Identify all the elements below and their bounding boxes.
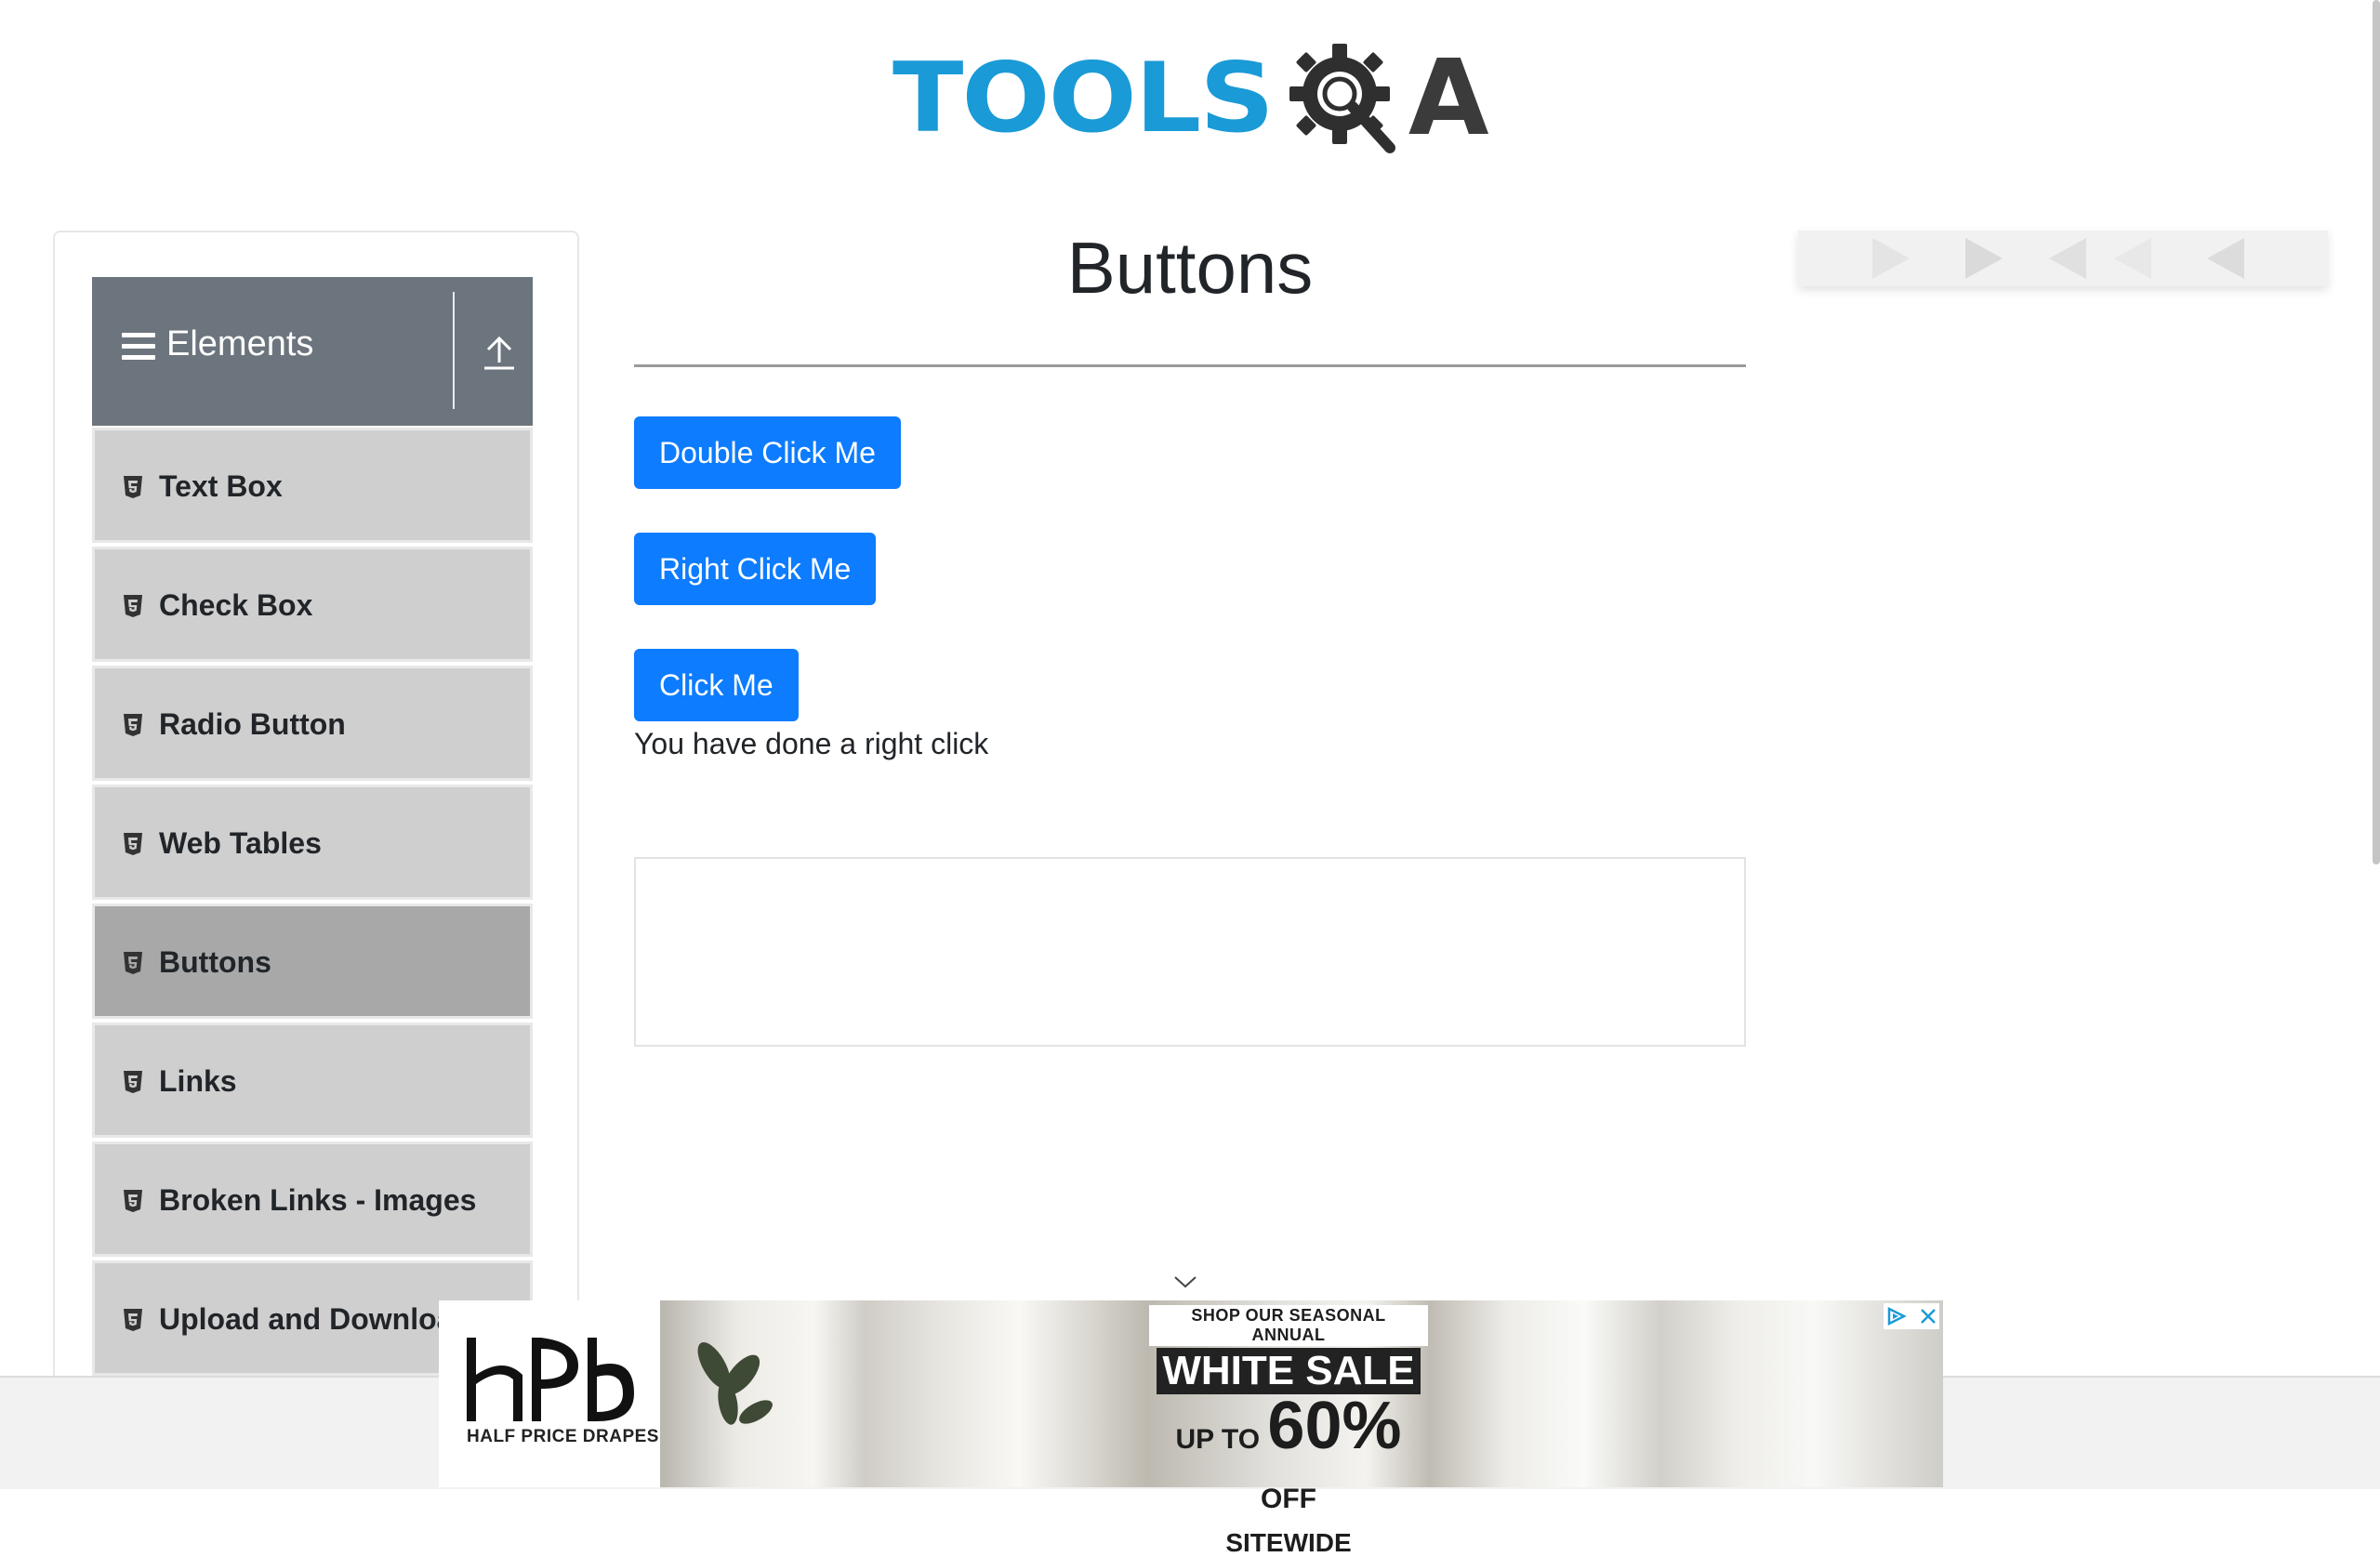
sidebar-item-web-tables[interactable]: Web Tables: [92, 785, 533, 900]
hpd-logo-icon: [467, 1338, 634, 1421]
ad-offer: UP TO 60% OFF: [1149, 1392, 1428, 1529]
toolsqa-logo[interactable]: TOOLS A: [892, 26, 1497, 170]
close-icon[interactable]: [1919, 1307, 1937, 1326]
ad-up-to: UP TO: [1175, 1424, 1261, 1455]
click-me-button[interactable]: Click Me: [634, 649, 799, 721]
top-right-ad-banner[interactable]: [1798, 231, 2328, 286]
sidebar-item-links[interactable]: Links: [92, 1023, 533, 1138]
sidebar-item-label: Upload and Download: [159, 1302, 471, 1336]
ad-percent: 60%: [1267, 1389, 1402, 1463]
sidebar-item-label: Check Box: [159, 588, 313, 622]
html5-icon: [124, 1190, 142, 1212]
ad-sale-text: SHOP OUR SEASONAL ANNUAL WHITE SALE UP T…: [1149, 1305, 1428, 1557]
html5-icon: [124, 476, 142, 498]
page-title: Buttons: [1066, 227, 1314, 309]
ad-headline: WHITE SALE: [1157, 1348, 1421, 1394]
logo-text-tools: TOOLS: [892, 42, 1275, 154]
right-click-button[interactable]: Right Click Me: [634, 533, 877, 605]
html5-icon: [124, 833, 142, 855]
ad-off: OFF: [1261, 1484, 1316, 1514]
html5-icon: [124, 1071, 142, 1093]
html5-icon: [124, 595, 142, 617]
elements-group-header[interactable]: Elements: [92, 277, 533, 426]
ad-brand-panel: HALF PRICE DRAPES: [439, 1300, 660, 1487]
sidebar-item-label: Radio Button: [159, 707, 346, 741]
page-scrollbar[interactable]: [2373, 0, 2380, 864]
arrow-up-icon[interactable]: [481, 331, 518, 372]
header-divider: [453, 292, 455, 409]
sidebar-item-buttons[interactable]: Buttons: [92, 904, 533, 1019]
sidebar-item-broken-links-images[interactable]: Broken Links - Images: [92, 1141, 533, 1257]
sidebar-item-radio-button[interactable]: Radio Button: [92, 666, 533, 781]
title-divider: [634, 364, 1746, 367]
html5-icon: [124, 1309, 142, 1331]
sidebar-item-label: Links: [159, 1064, 237, 1098]
hamburger-icon: [122, 333, 155, 361]
ad-placeholder: [634, 857, 1746, 1047]
chevron-down-icon[interactable]: [1173, 1273, 1197, 1290]
right-click-message: You have done a right click: [634, 727, 989, 760]
sidebar-item-check-box[interactable]: Check Box: [92, 547, 533, 662]
ad-brand-name: HALF PRICE DRAPES: [467, 1427, 659, 1446]
elements-menu: Text Box Check Box Radio Button Web Tabl…: [92, 428, 533, 1379]
sidebar-item-label: Web Tables: [159, 826, 322, 860]
gear-magnifier-icon: [1289, 43, 1395, 153]
html5-icon: [124, 952, 142, 974]
sidebar-item-label: Buttons: [159, 945, 271, 979]
sidebar-item-label: Broken Links - Images: [159, 1183, 477, 1217]
html5-icon: [124, 714, 142, 736]
ad-kicker: SHOP OUR SEASONAL ANNUAL: [1149, 1305, 1428, 1346]
ad-sitewide: SITEWIDE: [1225, 1528, 1352, 1557]
site-header: TOOLS A: [0, 0, 2380, 186]
sidebar-item-label: Text Box: [159, 469, 283, 503]
sidebar-item-text-box[interactable]: Text Box: [92, 428, 533, 543]
plant-icon: [697, 1342, 773, 1425]
double-click-button[interactable]: Double Click Me: [634, 416, 901, 489]
group-title: Elements: [166, 324, 314, 363]
logo-text-a: A: [1408, 37, 1489, 159]
